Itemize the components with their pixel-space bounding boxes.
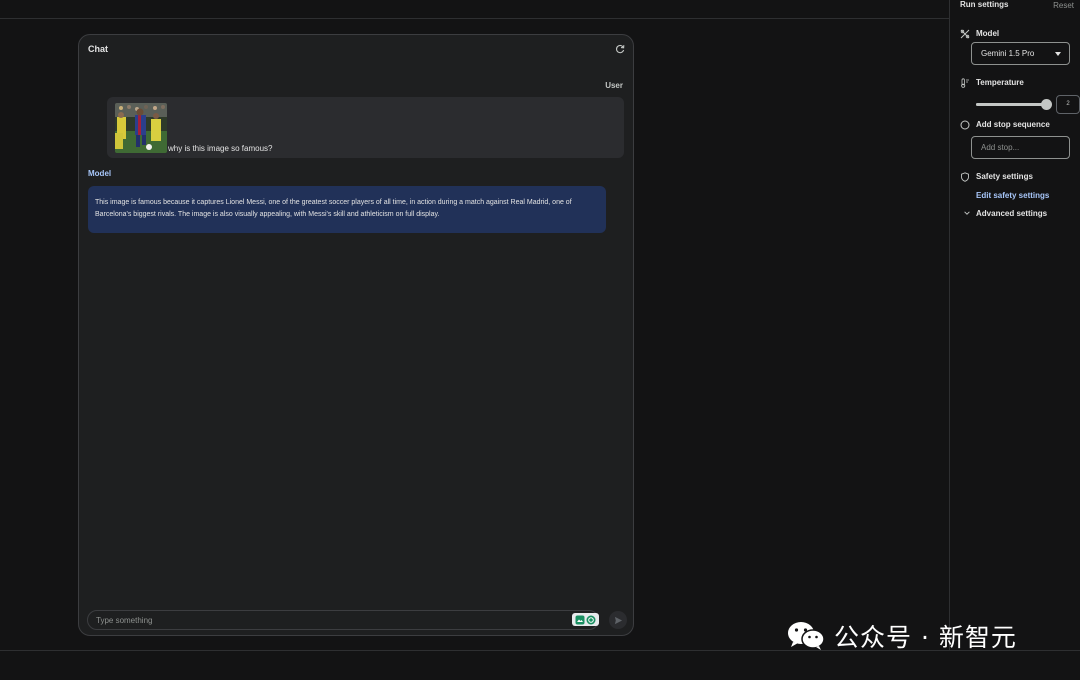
chat-title: Chat (88, 44, 108, 54)
edit-safety-settings-link[interactable]: Edit safety settings (976, 191, 1049, 200)
bottom-bar (0, 650, 1080, 680)
run-settings-panel: Run settings Reset Model Gemini 1.5 Pro … (949, 0, 1080, 650)
model-role-label: Model (88, 169, 112, 178)
chevron-down-icon (1055, 52, 1061, 56)
temperature-slider-thumb[interactable] (1041, 99, 1052, 110)
send-button[interactable] (609, 611, 627, 629)
attached-photo[interactable] (115, 103, 167, 153)
add-media-icon[interactable] (586, 615, 596, 625)
shield-icon (961, 172, 969, 182)
user-role-label: User (605, 81, 623, 90)
chevron-down-icon[interactable] (963, 209, 971, 217)
add-image-icon[interactable] (575, 615, 585, 625)
model-select[interactable]: Gemini 1.5 Pro (971, 42, 1070, 65)
thermometer-icon (961, 78, 969, 88)
circle-icon (960, 120, 970, 130)
stop-sequence-label: Add stop sequence (976, 120, 1050, 129)
settings-title: Run settings (960, 0, 1009, 9)
chat-input[interactable] (96, 614, 556, 627)
temperature-slider[interactable] (976, 99, 1052, 110)
send-icon (614, 616, 622, 624)
reset-button[interactable]: Reset (1053, 1, 1074, 10)
chat-input-row (87, 610, 599, 630)
attachment-buttons (572, 613, 599, 626)
stop-sequence-input[interactable] (971, 136, 1070, 159)
chat-panel: Chat User why is this image so famous? M… (78, 34, 634, 636)
user-message-bubble: why is this image so famous? (107, 97, 624, 158)
model-label: Model (976, 29, 1000, 38)
temperature-slider-fill (976, 103, 1046, 106)
refresh-icon[interactable] (615, 44, 625, 54)
model-icon (960, 29, 970, 39)
watermark: 公众号 · 新智元 (786, 618, 1017, 654)
advanced-settings-toggle[interactable]: Advanced settings (976, 209, 1047, 218)
wechat-logo-icon (788, 622, 825, 650)
temperature-label: Temperature (976, 78, 1024, 87)
safety-settings-label: Safety settings (976, 172, 1033, 181)
user-message-text: why is this image so famous? (168, 144, 273, 153)
watermark-text: 公众号 · 新智元 (834, 623, 1017, 652)
temperature-value[interactable]: 2 (1056, 95, 1080, 114)
model-message-bubble: This image is famous because it captures… (88, 186, 606, 233)
model-select-value: Gemini 1.5 Pro (981, 49, 1035, 58)
top-bar (0, 0, 949, 19)
